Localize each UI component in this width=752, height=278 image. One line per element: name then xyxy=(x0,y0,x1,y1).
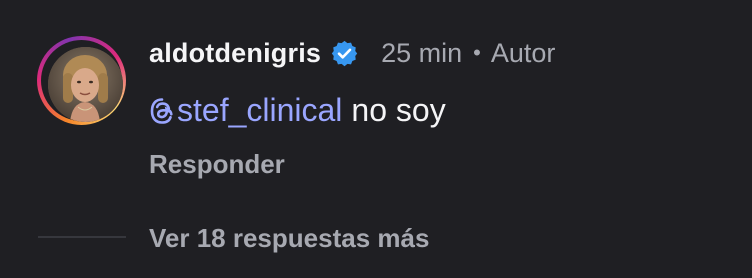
username[interactable]: aldotdenigris xyxy=(149,38,321,69)
mention-link[interactable]: stef_clinical xyxy=(149,92,342,129)
view-more-replies-button[interactable]: Ver 18 respuestas más xyxy=(149,218,429,258)
comment-text: no soy xyxy=(351,91,446,128)
avatar[interactable] xyxy=(48,47,123,122)
comment: aldotdenigris 25 min • Autor stef_clinic… xyxy=(0,0,752,278)
avatar-story-ring[interactable] xyxy=(37,36,126,125)
author-label: Autor xyxy=(490,37,556,68)
timestamp: 25 min xyxy=(381,37,463,68)
verified-badge-icon xyxy=(330,39,359,68)
threads-icon xyxy=(149,96,175,124)
avatar-photo xyxy=(48,47,123,122)
reply-button[interactable]: Responder xyxy=(149,145,285,183)
avatar-ring-gap xyxy=(41,40,123,122)
comment-header: aldotdenigris 25 min • Autor xyxy=(149,33,555,73)
mention-username: stef_clinical xyxy=(177,91,343,128)
replies-divider xyxy=(38,236,126,238)
separator-dot: • xyxy=(473,40,481,65)
comment-body: stef_clinical no soy xyxy=(149,90,446,130)
